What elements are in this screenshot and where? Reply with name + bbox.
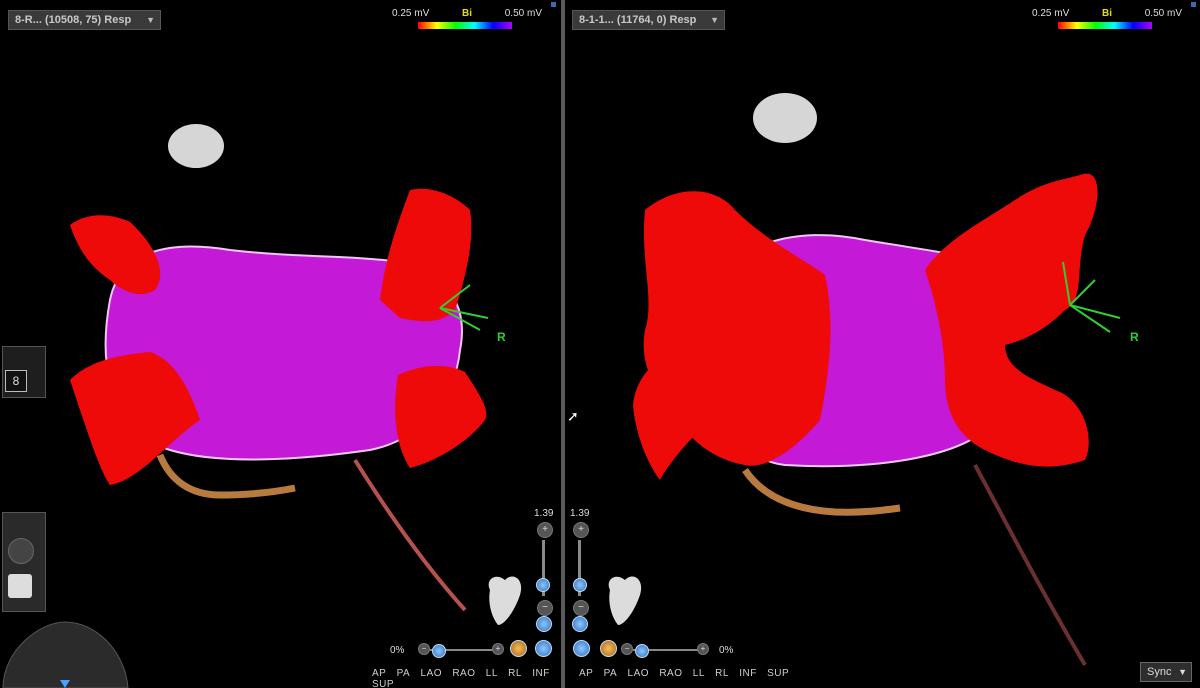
orientation-r-label: R — [1130, 330, 1139, 344]
view-rl-button[interactable]: RL — [715, 668, 729, 679]
view-ll-button[interactable]: LL — [693, 668, 705, 679]
left-view-buttons: AP PA LAO RAO LL RL INF SUP — [372, 668, 561, 688]
rotate-plus-button[interactable]: + — [697, 643, 709, 655]
view-rl-button[interactable]: RL — [508, 668, 522, 679]
view-ap-button[interactable]: AP — [579, 668, 593, 679]
chevron-down-icon: ▼ — [1178, 667, 1187, 677]
orange-tool-button[interactable] — [600, 640, 617, 657]
view-sup-button[interactable]: SUP — [372, 679, 394, 688]
view-inf-button[interactable]: INF — [739, 668, 757, 679]
rotate-plus-button[interactable]: + — [492, 643, 504, 655]
view-ap-button[interactable]: AP — [372, 668, 386, 679]
right-anatomy-render[interactable] — [565, 0, 1200, 688]
left-map-view[interactable]: 8-R... (10508, 75) Resp ▼ 0.25 mV Bi 0.5… — [0, 0, 561, 688]
zoom-out-button[interactable]: − — [573, 600, 589, 616]
view-rao-button[interactable]: RAO — [452, 668, 475, 679]
view-lao-button[interactable]: LAO — [421, 668, 443, 679]
blue-tool-button[interactable] — [573, 640, 590, 657]
mouse-cursor-icon: ➚ — [567, 408, 579, 424]
orientation-r-label: R — [497, 330, 506, 344]
reference-ellipse — [168, 124, 224, 168]
rotate-minus-button[interactable]: − — [621, 643, 633, 655]
right-view-buttons: AP PA LAO RAO LL RL INF SUP — [579, 668, 796, 679]
zoom-value: 1.39 — [534, 508, 554, 519]
left-anatomy-render[interactable] — [0, 0, 561, 688]
rotate-view-button[interactable] — [536, 616, 552, 632]
view-pa-button[interactable]: PA — [604, 668, 618, 679]
zoom-value: 1.39 — [570, 508, 590, 519]
zoom-in-button[interactable]: + — [537, 522, 553, 538]
rotation-percent: 0% — [719, 645, 734, 656]
heart-orientation-icon[interactable] — [488, 576, 522, 625]
view-sup-button[interactable]: SUP — [767, 668, 789, 679]
catheter — [156, 453, 296, 499]
view-ll-button[interactable]: LL — [486, 668, 498, 679]
rotation-percent: 0% — [390, 645, 405, 656]
catheter — [742, 467, 901, 516]
zoom-slider-knob[interactable] — [573, 578, 587, 592]
point-count-field[interactable]: 8 — [5, 370, 27, 392]
rotation-slider-knob[interactable] — [635, 644, 649, 658]
heart-orientation-icon[interactable] — [608, 576, 642, 625]
reference-ellipse — [753, 93, 817, 143]
view-pa-button[interactable]: PA — [397, 668, 411, 679]
zoom-slider-knob[interactable] — [536, 578, 550, 592]
view-rao-button[interactable]: RAO — [659, 668, 682, 679]
tag-tool-button[interactable] — [8, 574, 32, 598]
orange-tool-button[interactable] — [510, 640, 527, 657]
rotate-view-button[interactable] — [572, 616, 588, 632]
rotate-minus-button[interactable]: − — [418, 643, 430, 655]
navigation-dial[interactable] — [2, 621, 129, 688]
blue-tool-button[interactable] — [535, 640, 552, 657]
zoom-out-button[interactable]: − — [537, 600, 553, 616]
sync-dropdown[interactable]: Sync ▼ — [1140, 662, 1192, 682]
zoom-in-button[interactable]: + — [573, 522, 589, 538]
view-inf-button[interactable]: INF — [532, 668, 550, 679]
right-map-view[interactable]: 8-1-1... (11764, 0) Resp ▼ 0.25 mV Bi 0.… — [565, 0, 1200, 688]
camera-tool-button[interactable] — [8, 538, 34, 564]
view-lao-button[interactable]: LAO — [628, 668, 650, 679]
rotation-slider-knob[interactable] — [432, 644, 446, 658]
